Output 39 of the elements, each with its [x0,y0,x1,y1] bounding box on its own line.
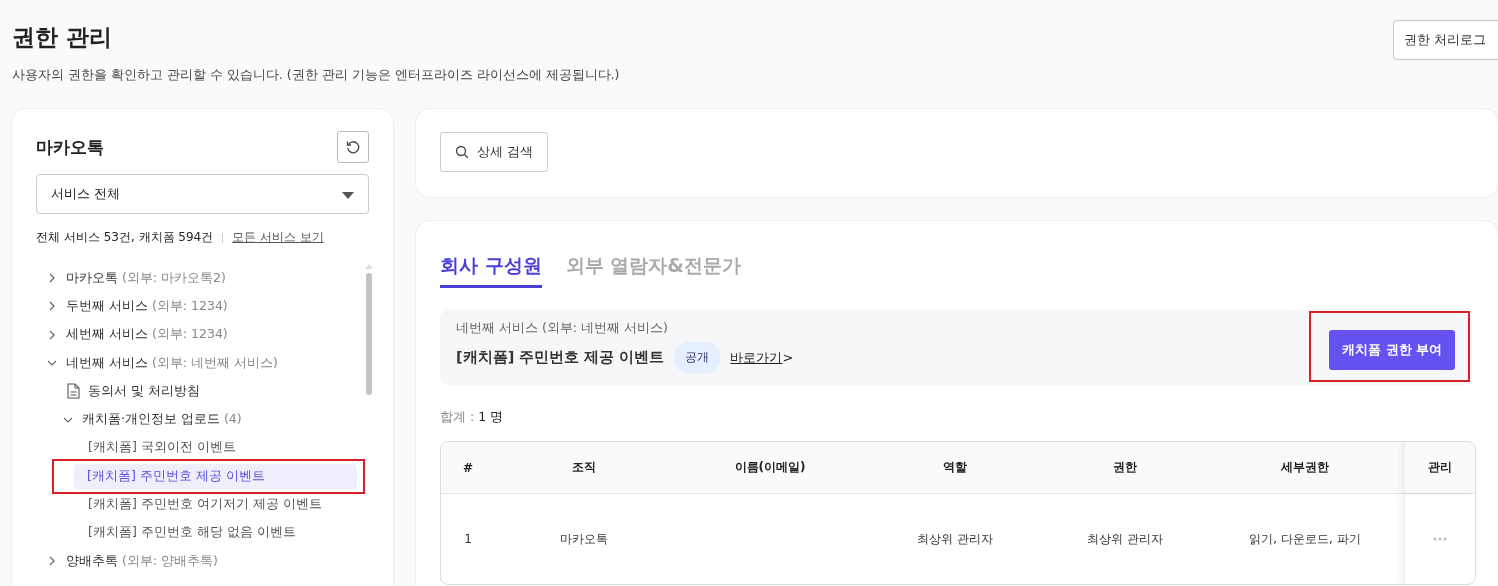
tree-item[interactable]: 마카오톡 (외부: 마카오톡2) [66,269,226,287]
tree-item[interactable]: 두번째 서비스 (외부: 1234) [66,297,228,315]
service-select[interactable]: 서비스 전체 [36,174,369,214]
page-description: 사용자의 권한을 확인하고 관리할 수 있습니다. (권한 관리 기능은 엔터프라이즈 라이선스에 제공됩니다.) [12,67,620,84]
total-value: 1 명 [478,409,504,426]
grant-permission-button[interactable]: 캐치폼 권한 부여 [1329,330,1455,370]
table-cell-text: 읽기, 다운로드, 파기 [1248,530,1362,548]
column-header: 세부권한 [1280,459,1330,476]
column-header: 권한 [1112,459,1138,476]
page-title: 권한 관리 [12,23,113,52]
service-name: 네번째 서비스 (외부: 네번째 서비스) [456,320,669,337]
summary-text: 전체 서비스 53건, 캐치폼 594건 [36,229,214,246]
public-badge: 공개 [674,342,721,373]
all-services-link[interactable]: 모든 서비스 보기 [232,230,324,245]
tree-item[interactable]: 동의서 및 처리방침 [88,382,200,400]
column-header: # [461,460,475,475]
tree-item[interactable]: [캐치폼] 국외이전 이벤트 [75,435,358,461]
tree-item[interactable]: 양배추톡 (외부: 양배추톡) [66,552,218,570]
column-header: 이름(이메일) [733,459,807,476]
tree-item[interactable]: [캐치폼] 주민번호 여기저기 제공 이벤트 [75,492,358,517]
shortcut-link[interactable]: 바로가기> [730,348,794,367]
column-header: 역할 [942,459,968,476]
table-cell-text: 최상위 관리자 [916,530,994,548]
log-button[interactable]: 권한 처리로그 [1393,20,1498,60]
tab[interactable]: 회사 구성원 [440,249,542,288]
sidebar-title: 마카오톡 [36,135,104,159]
tree-item[interactable]: [캐치폼] 주민번호 해당 없음 이벤트 [75,520,358,546]
tree-item[interactable]: [캐치폼] 주민번호 제공 이벤트 [74,463,357,489]
column-header: 조직 [571,459,597,476]
tree-item[interactable]: 캐치폼·개인정보 업로드 (4) [82,411,242,429]
table-cell-text: 1 [463,532,473,546]
table-cell-text: 최상위 관리자 [1086,530,1164,548]
table-cell-text: 마카오톡 [559,530,609,548]
total-label: 합계 : [440,409,475,426]
column-header: 관리 [1404,442,1475,493]
search-button[interactable]: 상세 검색 [440,132,549,172]
tree-item[interactable]: 네번째 서비스 (외부: 네번째 서비스) [66,354,278,372]
form-name: [캐치폼] 주민번호 제공 이벤트 [456,348,665,367]
tree-item[interactable]: 세번째 서비스 (외부: 1234) [66,326,228,344]
